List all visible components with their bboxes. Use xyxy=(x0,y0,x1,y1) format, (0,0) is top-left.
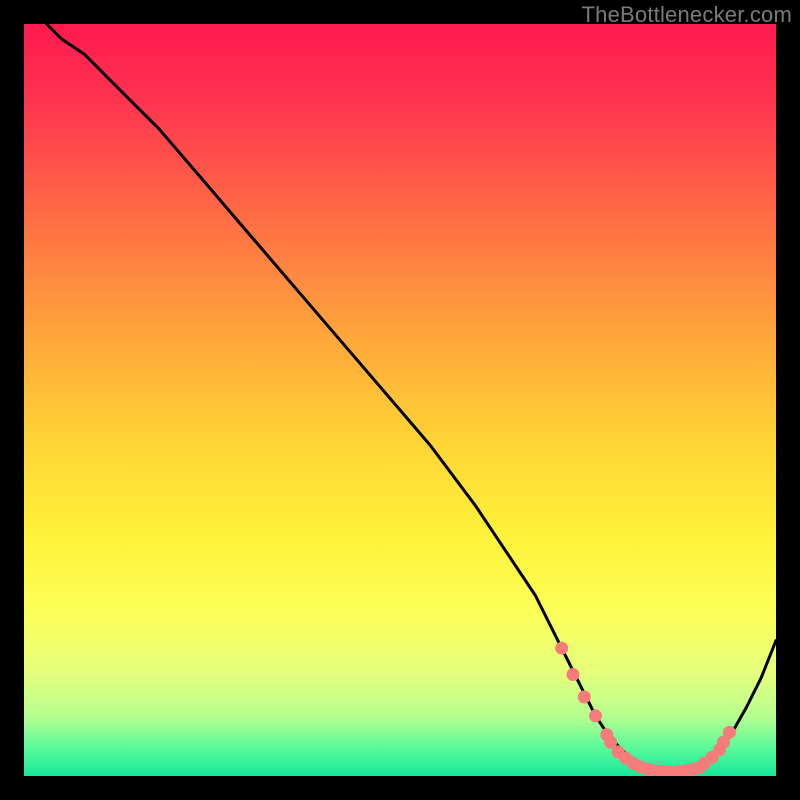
data-marker xyxy=(589,709,602,722)
bottleneck-chart xyxy=(24,24,776,776)
data-marker xyxy=(567,668,580,681)
gradient-background xyxy=(24,24,776,776)
data-marker xyxy=(578,691,591,704)
chart-frame xyxy=(24,24,776,776)
data-marker xyxy=(555,642,568,655)
data-marker xyxy=(723,726,736,739)
